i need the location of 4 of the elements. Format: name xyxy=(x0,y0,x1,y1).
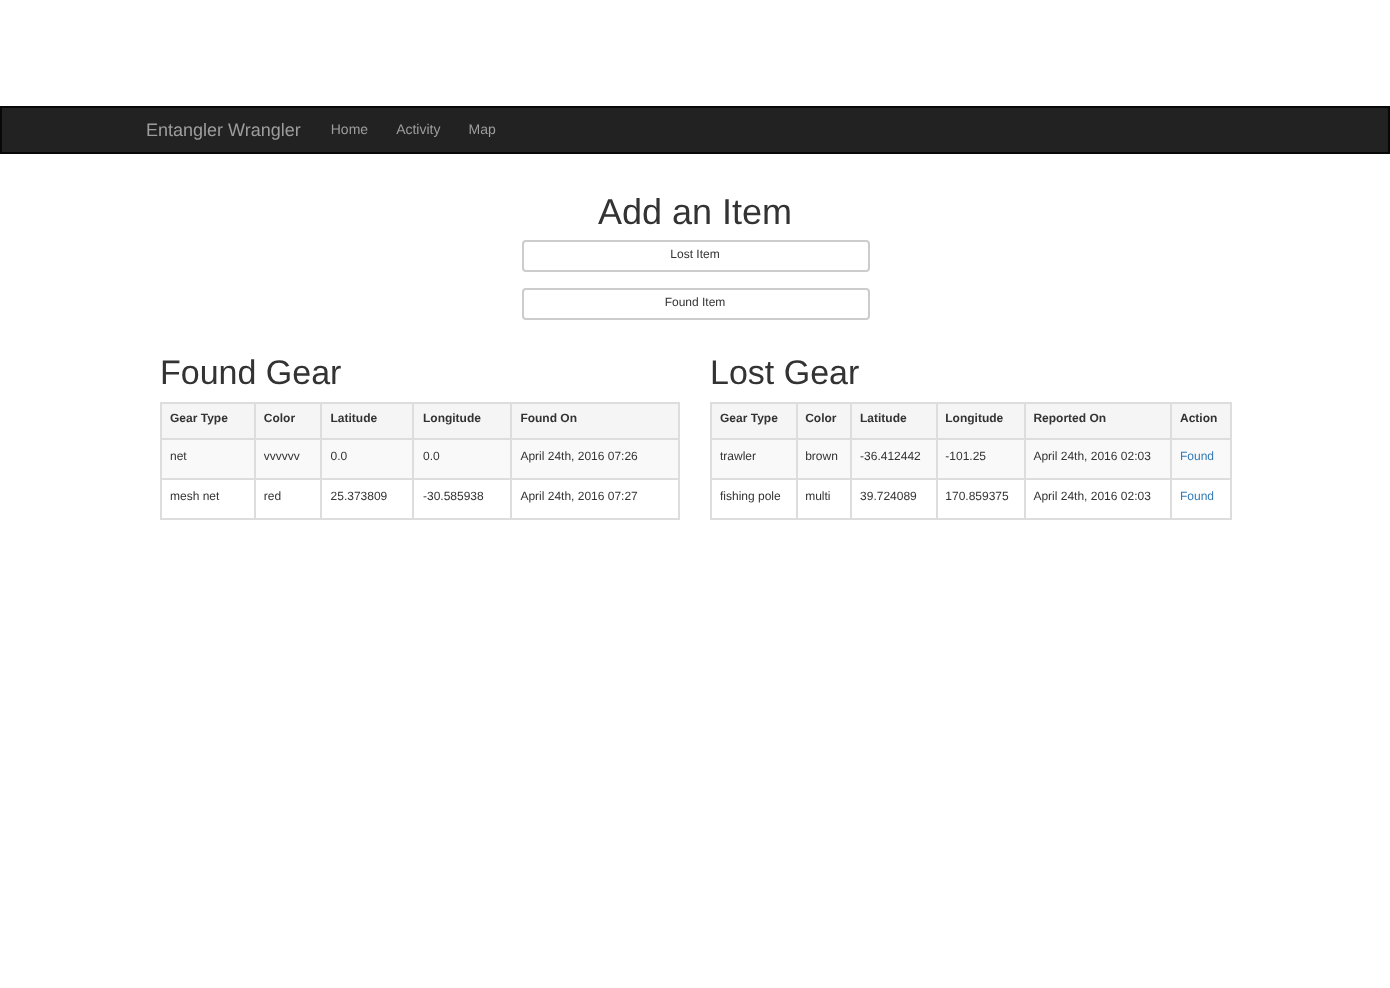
lost-gear-heading: Lost Gear xyxy=(710,354,862,394)
brand-link[interactable]: Entangler Wrangler xyxy=(146,120,301,140)
add-item-heading: Add an Item xyxy=(597,192,793,232)
found-gear-heading: Found Gear xyxy=(160,354,344,394)
